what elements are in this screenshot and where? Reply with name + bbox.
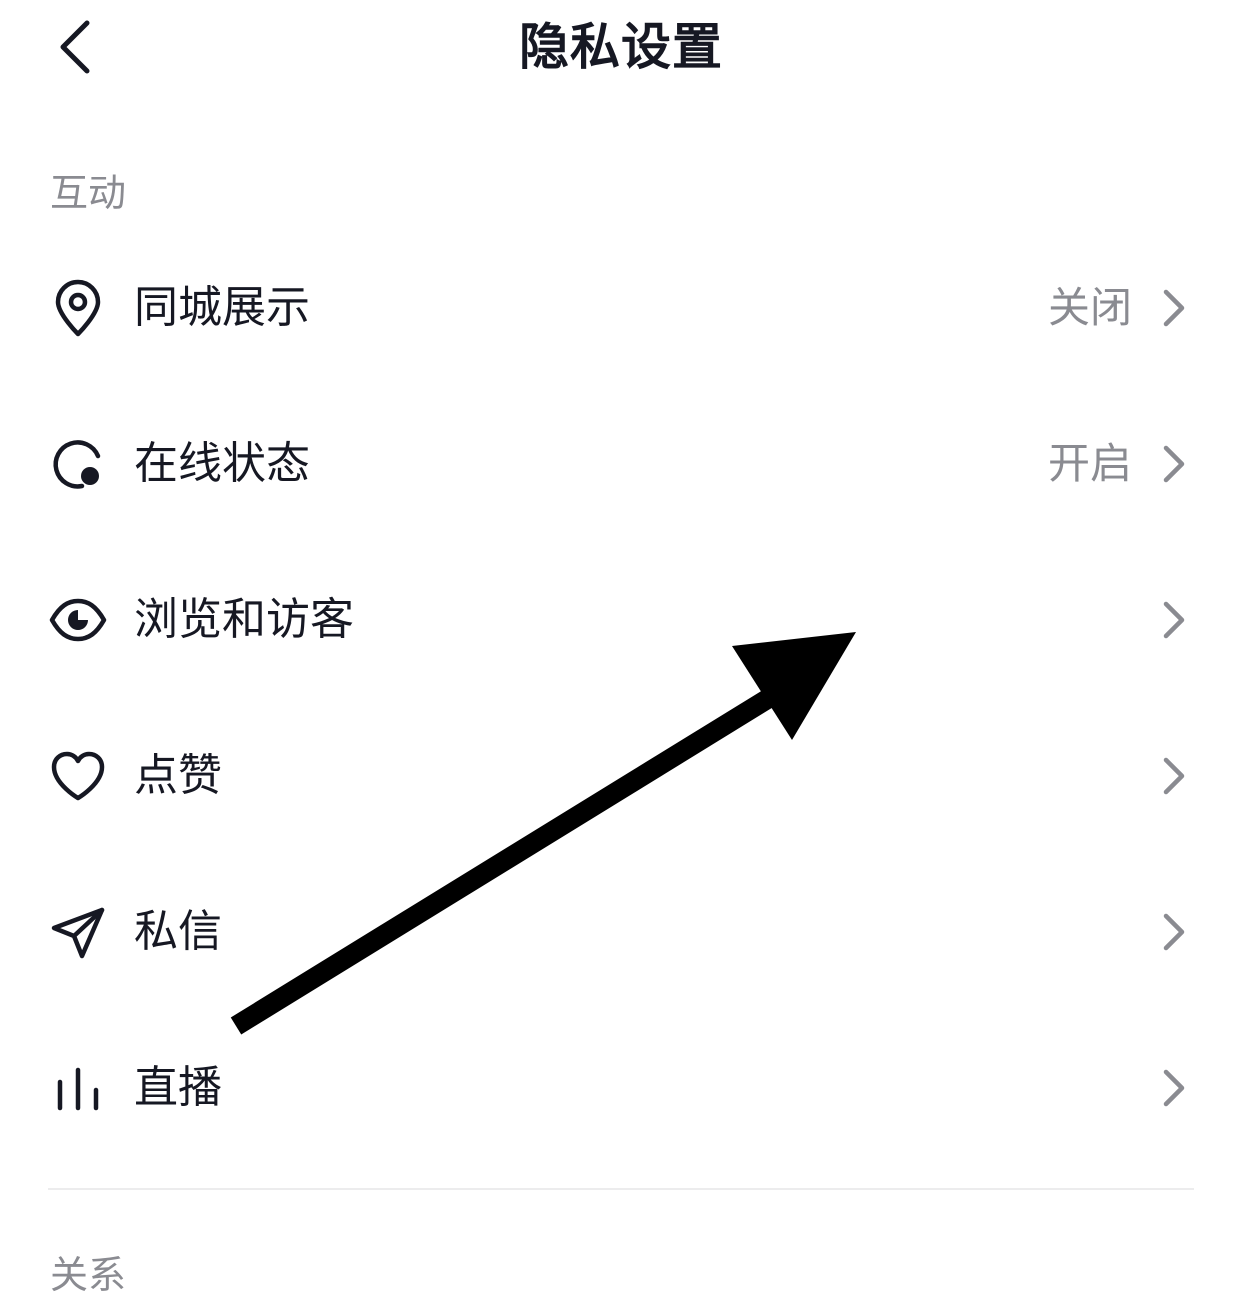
page-title: 隐私设置 xyxy=(519,18,723,76)
section-title-interaction: 互动 xyxy=(50,171,127,215)
chevron-right-icon xyxy=(1160,286,1190,330)
settings-row-value: 关闭 xyxy=(1047,283,1132,332)
chevron-right-icon xyxy=(1160,1066,1190,1110)
live-bars-icon xyxy=(48,1058,108,1118)
settings-row-online-status[interactable]: 在线状态 开启 xyxy=(0,386,1242,542)
section-title-relationships: 关系 xyxy=(50,1253,127,1297)
section-divider xyxy=(48,1188,1194,1190)
settings-row-value: 开启 xyxy=(1047,439,1132,488)
heart-icon xyxy=(48,746,108,806)
settings-row-label: 点赞 xyxy=(134,750,222,801)
online-status-icon xyxy=(48,434,108,494)
chevron-right-icon xyxy=(1160,442,1190,486)
chevron-right-icon xyxy=(1160,754,1190,798)
settings-row-label: 直播 xyxy=(134,1062,222,1113)
settings-row-views-visitors[interactable]: 浏览和访客 xyxy=(0,542,1242,698)
settings-row-nearby-display[interactable]: 同城展示 关闭 xyxy=(0,230,1242,386)
settings-row-direct-messages[interactable]: 私信 xyxy=(0,854,1242,1010)
paper-plane-icon xyxy=(48,902,108,962)
location-pin-icon xyxy=(48,278,108,338)
settings-row-label: 在线状态 xyxy=(134,438,310,489)
settings-row-label: 浏览和访客 xyxy=(134,594,354,645)
nav-header: 隐私设置 xyxy=(0,0,1242,100)
settings-row-label: 同城展示 xyxy=(134,282,310,333)
settings-row-live[interactable]: 直播 xyxy=(0,1010,1242,1166)
chevron-right-icon xyxy=(1160,598,1190,642)
settings-row-label: 私信 xyxy=(134,906,222,957)
chevron-right-icon xyxy=(1160,910,1190,954)
eye-icon xyxy=(48,590,108,650)
settings-row-likes[interactable]: 点赞 xyxy=(0,698,1242,854)
